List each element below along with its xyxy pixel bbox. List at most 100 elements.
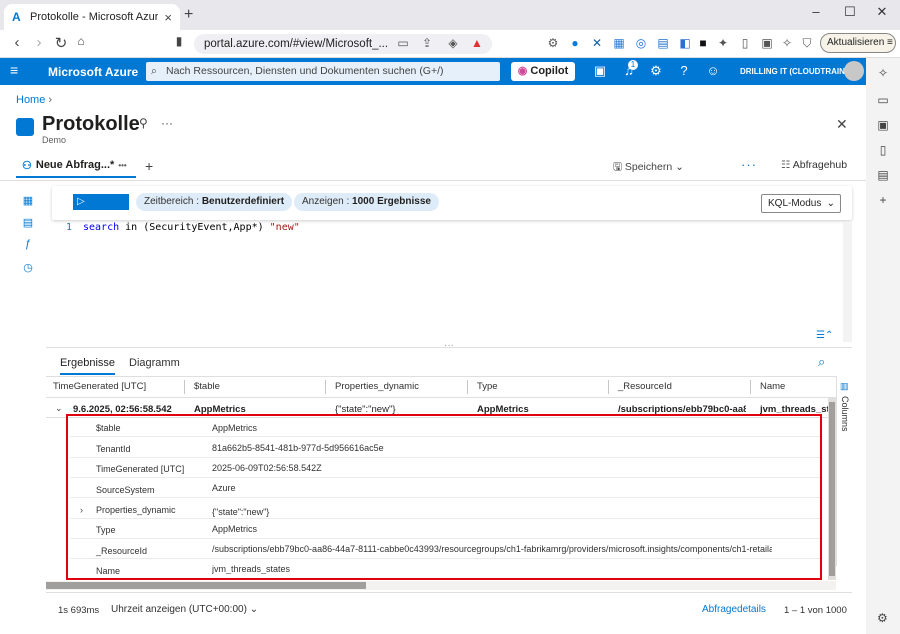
help-icon[interactable]: ? <box>676 63 692 78</box>
grid-extension-icon[interactable]: ▦ <box>612 36 626 50</box>
detail-value: 2025-06-09T02:56:58.542Z <box>212 463 322 473</box>
sidebar-settings-icon[interactable]: ⚙ <box>877 611 888 625</box>
table-extension-icon[interactable]: ▤ <box>656 36 670 50</box>
feedback-icon[interactable]: ☺ <box>705 63 721 78</box>
brave-shield-icon[interactable]: ◈ <box>446 36 460 50</box>
splitter-handle[interactable]: ··· <box>444 340 454 351</box>
column-timegenerated[interactable]: TimeGenerated [UTC] <box>53 381 146 392</box>
result-limit-picker[interactable]: Anzeigen : 1000 Ergebnisse <box>294 193 439 211</box>
detail-key: _ResourceId <box>96 546 148 556</box>
time-range-picker[interactable]: Zeitbereich : Benutzerdefiniert <box>136 193 293 211</box>
tab-results[interactable]: Ergebnisse <box>60 357 116 375</box>
timezone-label: Uhrzeit anzeigen (UTC+00:00) <box>111 604 247 615</box>
back-icon[interactable]: ‹ <box>8 34 26 51</box>
tables-icon[interactable]: ▦ <box>21 194 35 208</box>
copilot-label: Copilot <box>530 65 569 77</box>
reading-list-icon[interactable]: ▤ <box>876 168 890 182</box>
close-tab-icon[interactable]: × <box>164 10 172 25</box>
column-divider[interactable] <box>184 380 185 394</box>
query-tab-label: Neue Abfrag...* <box>35 159 115 171</box>
save-button[interactable]: 🖫 Speichern ⌄ <box>613 159 684 177</box>
leo-icon[interactable]: ✧ <box>780 36 794 50</box>
queries-icon[interactable]: ▤ <box>21 216 35 230</box>
update-button[interactable]: Aktualisieren ≡ <box>820 33 896 53</box>
chevron-right-icon: › <box>48 94 53 106</box>
close-blade-icon[interactable]: ✕ <box>836 116 848 133</box>
expand-property-icon[interactable]: › <box>80 505 83 515</box>
bookmarks-sidebar-icon[interactable]: ▯ <box>876 143 890 157</box>
cross-extension-icon[interactable]: ✕ <box>590 36 604 50</box>
home-icon[interactable]: ⌂ <box>72 34 90 48</box>
translate-extension-icon[interactable]: ◧ <box>678 36 692 50</box>
query-code[interactable]: search in (SecurityEvent,App*) "new" <box>83 222 300 233</box>
leo-sidebar-icon[interactable]: ✧ <box>876 66 890 80</box>
detail-key: SourceSystem <box>96 485 155 495</box>
functions-icon[interactable]: ƒ <box>21 238 35 252</box>
share-icon[interactable]: ⇪ <box>420 36 434 50</box>
copilot-button[interactable]: ◉ Copilot <box>511 62 575 81</box>
column-type[interactable]: Type <box>477 381 498 392</box>
minimize-icon[interactable]: – <box>806 4 826 19</box>
column-divider[interactable] <box>467 380 468 394</box>
column-table[interactable]: $table <box>194 381 220 392</box>
tab-new-query[interactable]: ⚇ Neue Abfrag...* ••• <box>16 154 136 178</box>
extension-icon[interactable]: ⚙ <box>546 36 560 50</box>
global-search-input[interactable]: ⌕ Nach Ressourcen, Diensten und Dokumente… <box>146 62 500 81</box>
detail-key: $table <box>96 423 121 433</box>
new-tab-button[interactable]: + <box>184 6 193 24</box>
maximize-icon[interactable]: ☐ <box>840 4 860 20</box>
news-icon[interactable]: ▭ <box>876 93 890 107</box>
cloud-shell-icon[interactable]: ▣ <box>592 63 608 79</box>
bookmark-icon[interactable]: ▮ <box>170 34 188 48</box>
settings-icon[interactable]: ⚙ <box>648 63 664 79</box>
sidebar-toggle-icon[interactable]: ▯ <box>738 36 752 50</box>
reload-icon[interactable]: ↻ <box>52 34 70 52</box>
page-title: Protokolle <box>42 113 140 135</box>
breadcrumb-home[interactable]: Home <box>16 94 45 106</box>
run-button[interactable]: ▷ Ausführen <box>73 194 129 223</box>
tab-chart[interactable]: Diagramm <box>129 357 180 369</box>
vpn-icon[interactable]: ⛉ <box>800 36 814 50</box>
show-label: Anzeigen : <box>302 196 350 207</box>
query-details-link[interactable]: Abfragedetails <box>702 604 766 615</box>
browser-tab[interactable]: A Protokolle - Microsoft Azure × <box>4 4 180 30</box>
kql-mode-select[interactable]: KQL-Modus ⌄ <box>761 194 841 213</box>
avatar[interactable] <box>844 61 864 81</box>
portal-menu-icon[interactable]: ≡ <box>10 62 18 78</box>
column-resourceid[interactable]: _ResourceId <box>618 381 672 392</box>
add-query-tab-button[interactable]: + <box>145 158 153 174</box>
azure-brand[interactable]: Microsoft Azure <box>48 65 138 79</box>
timezone-selector[interactable]: Uhrzeit anzeigen (UTC+00:00) ⌄ <box>111 604 258 615</box>
history-icon[interactable]: ◷ <box>21 261 35 275</box>
column-properties[interactable]: Properties_dynamic <box>335 381 419 392</box>
tab-options-icon[interactable]: ••• <box>118 161 126 170</box>
breadcrumb[interactable]: Home › <box>16 94 52 106</box>
sync-extension-icon[interactable]: ● <box>568 36 582 50</box>
circle-extension-icon[interactable]: ◎ <box>634 36 648 50</box>
scrollbar-thumb[interactable] <box>46 582 366 589</box>
divider <box>70 518 820 519</box>
scrollbar-thumb[interactable] <box>829 402 835 576</box>
column-divider[interactable] <box>608 380 609 394</box>
cast-icon[interactable]: ▭ <box>396 36 410 50</box>
tenant-name[interactable]: DRILLING IT (CLOUDTRAIN.DE) <box>740 67 861 76</box>
puzzle-icon[interactable]: ✦ <box>716 36 730 50</box>
column-name[interactable]: Name <box>760 381 785 392</box>
wallet-icon[interactable]: ▣ <box>760 36 774 50</box>
brave-rewards-icon[interactable]: ▲ <box>470 36 484 50</box>
collapse-editor-icon[interactable]: ☰⌃ <box>816 330 833 341</box>
column-divider[interactable] <box>750 380 751 394</box>
results-search-icon[interactable]: ⌕ <box>818 354 825 370</box>
query-hub-button[interactable]: ☷ Abfragehub <box>781 159 847 171</box>
more-options-icon[interactable]: ··· <box>161 116 173 130</box>
close-window-icon[interactable]: ✕ <box>872 4 892 20</box>
wallet-sidebar-icon[interactable]: ▣ <box>876 118 890 132</box>
forward-icon[interactable]: › <box>30 34 48 51</box>
more-actions-button[interactable]: ··· <box>741 157 757 172</box>
add-sidebar-icon[interactable]: + <box>876 193 890 207</box>
editor-scrollbar[interactable] <box>843 222 852 342</box>
collapse-row-icon[interactable]: ⌄ <box>55 403 63 414</box>
lock-extension-icon[interactable]: ■ <box>696 36 710 50</box>
column-divider[interactable] <box>325 380 326 394</box>
pin-icon[interactable]: ⚲ <box>139 116 148 130</box>
